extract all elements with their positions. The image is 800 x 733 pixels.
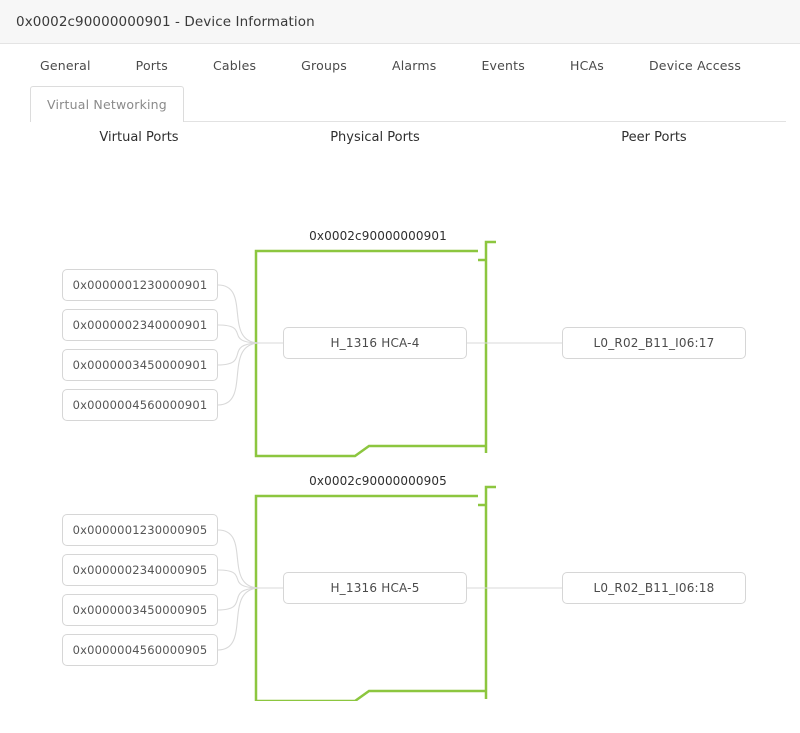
tab-alarms[interactable]: Alarms [382,58,447,73]
tab-events[interactable]: Events [471,58,535,73]
virtual-port-node-1-0[interactable]: 0x0000001230000905 [62,514,218,546]
column-header-virtual-ports: Virtual Ports [99,130,178,145]
tab-device-access[interactable]: Device Access [639,58,751,73]
virtual-link-0-3 [218,343,260,405]
column-headers: Virtual Ports Physical Ports Peer Ports [0,122,800,156]
page-title: 0x0002c90000000901 - Device Information [16,14,315,30]
virtual-port-node-0-0[interactable]: 0x0000001230000901 [62,269,218,301]
tab-groups[interactable]: Groups [291,58,357,73]
tabstrip: General Ports Cables Groups Alarms Events HCAs… [0,44,800,122]
virtual-port-node-0-1[interactable]: 0x0000002340000901 [62,309,218,341]
tab-general[interactable]: General [30,58,101,73]
tab-virtual-networking[interactable]: Virtual Networking [30,86,184,122]
primary-tab-row: General Ports Cables Groups Alarms Events HCAs… [16,44,800,86]
physical-port-node-1[interactable]: H_1316 HCA-5 [283,572,467,604]
column-header-physical-ports: Physical Ports [330,130,420,145]
column-header-peer-ports: Peer Ports [621,130,686,145]
tab-cables[interactable]: Cables [203,58,266,73]
virtual-link-1-0 [218,530,260,588]
container-rail-0 [486,242,496,453]
group-title-1: 0x0002c90000000905 [309,474,447,488]
virtual-link-0-1 [218,325,260,343]
virtual-port-node-1-2[interactable]: 0x0000003450000905 [62,594,218,626]
virtual-port-node-0-2[interactable]: 0x0000003450000901 [62,349,218,381]
group-title-0: 0x0002c90000000901 [309,229,447,243]
virtual-link-1-1 [218,570,260,588]
tab-hcas[interactable]: HCAs [560,58,614,73]
secondary-tab-row: Virtual Networking [16,86,800,122]
virtual-link-1-3 [218,588,260,650]
tab-ports[interactable]: Ports [126,58,178,73]
peer-port-node-1[interactable]: L0_R02_B11_I06:18 [562,572,746,604]
virtual-port-node-1-3[interactable]: 0x0000004560000905 [62,634,218,666]
peer-port-node-0[interactable]: L0_R02_B11_I06:17 [562,327,746,359]
virtual-link-0-0 [218,285,260,343]
virtual-port-node-1-1[interactable]: 0x0000002340000905 [62,554,218,586]
window-titlebar: 0x0002c90000000901 - Device Information [0,0,800,44]
topology-canvas: 0x0002c90000000901 H_1316 HCA-4 0x00000012… [0,156,800,701]
virtual-port-node-0-3[interactable]: 0x0000004560000901 [62,389,218,421]
physical-port-node-0[interactable]: H_1316 HCA-4 [283,327,467,359]
container-rail-1 [486,487,496,699]
